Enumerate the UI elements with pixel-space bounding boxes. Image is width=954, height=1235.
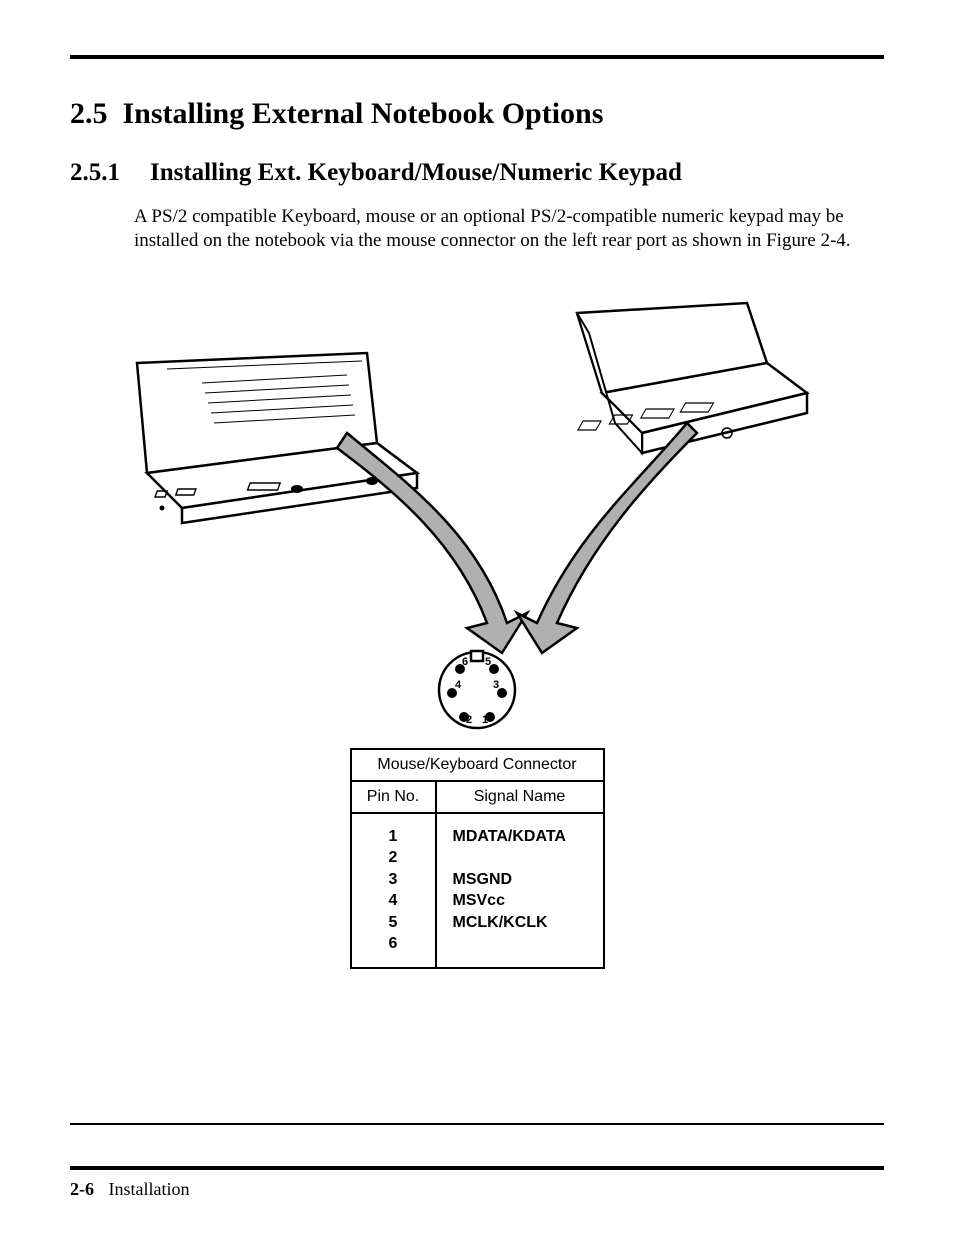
body-paragraph: A PS/2 compatible Keyboard, mouse or an … xyxy=(134,205,874,253)
subsection-heading: 2.5.1 Installing Ext. Keyboard/Mouse/Num… xyxy=(70,159,884,187)
pin-numbers-cell: 1 2 3 4 5 6 xyxy=(351,813,436,969)
laptop-illustrations xyxy=(117,283,837,653)
section-heading: 2.5 Installing External Notebook Options xyxy=(70,97,884,131)
figure-bottom-rule xyxy=(70,1123,884,1125)
pin-label-4: 4 xyxy=(455,679,462,691)
signal-names-cell: MDATA/KDATA MSGND MSVcc MCLK/KCLK xyxy=(436,813,604,969)
pin-label-3: 3 xyxy=(493,679,499,691)
table-title: Mouse/Keyboard Connector xyxy=(351,749,604,781)
subsection-number: 2.5.1 xyxy=(70,159,120,187)
page-footer: 2-6 Installation xyxy=(70,1179,189,1200)
figure-2-4: 1 2 3 4 5 6 Mouse/Keyboard Connector Pin… xyxy=(70,283,884,970)
col-pin-no: Pin No. xyxy=(351,781,436,813)
section-title: Installing External Notebook Options xyxy=(123,97,604,130)
chapter-name: Installation xyxy=(109,1179,190,1199)
pin-label-2: 2 xyxy=(466,714,472,726)
section-number: 2.5 xyxy=(70,97,108,130)
page-bottom-rule xyxy=(70,1166,884,1170)
subsection-title: Installing Ext. Keyboard/Mouse/Numeric K… xyxy=(150,159,682,187)
top-rule xyxy=(70,55,884,59)
col-signal-name: Signal Name xyxy=(436,781,604,813)
connector-pin-table: Mouse/Keyboard Connector Pin No. Signal … xyxy=(350,748,605,970)
page-number: 2-6 xyxy=(70,1179,94,1199)
arrow-right xyxy=(507,423,707,663)
pin-label-1: 1 xyxy=(482,714,488,726)
